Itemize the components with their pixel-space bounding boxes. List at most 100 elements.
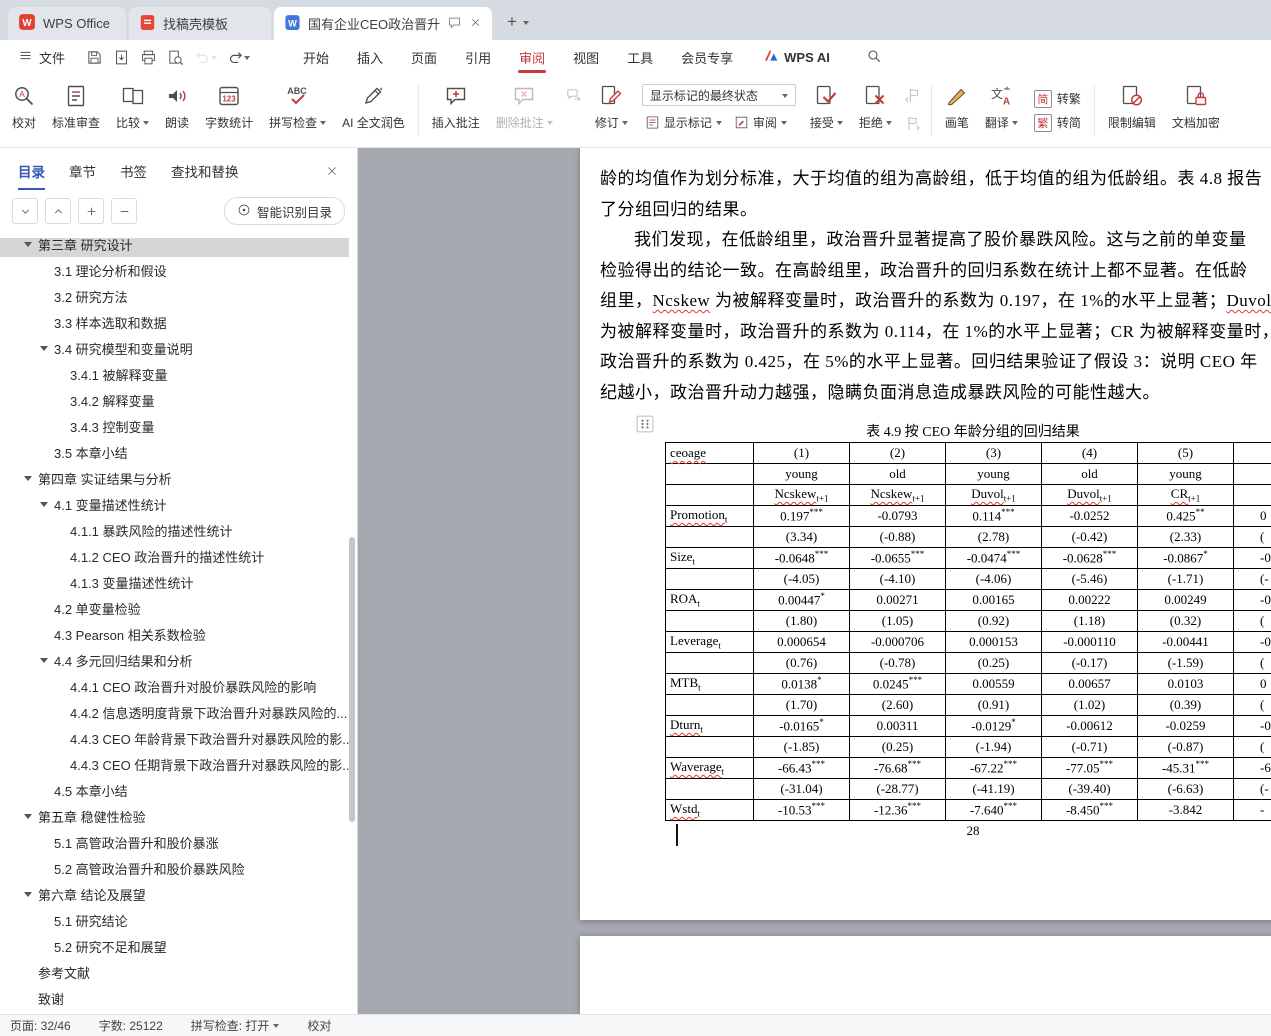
toc-item[interactable]: 5.1 研究结论 (0, 907, 349, 933)
convert-转简-button[interactable]: 繁转简 (1033, 113, 1081, 132)
toc-item[interactable]: 4.4 多元回归结果和分析 (0, 647, 349, 673)
restrict-edit-button[interactable]: 限制编辑 (1100, 77, 1164, 144)
comment-insert-button[interactable]: 插入批注 (424, 77, 488, 144)
document-page[interactable]: 龄的均值作为划分标准，大于均值的组为高龄组，低于均值的组为低龄组。表 4.8 报… (580, 148, 1271, 920)
toc-increase-button[interactable] (78, 198, 104, 224)
collapse-arrow-icon[interactable] (24, 814, 32, 823)
sidebar-scrollbar[interactable] (349, 537, 355, 822)
toc-item[interactable]: 第五章 稳健性检验 (0, 803, 349, 829)
pane-close-icon[interactable] (325, 164, 339, 178)
search-icon[interactable] (866, 48, 882, 67)
toc-item[interactable]: 3.5 本章小结 (0, 439, 349, 465)
new-tab-caret-icon[interactable] (522, 20, 529, 28)
collapse-arrow-icon[interactable] (24, 892, 32, 901)
smart-toc-button[interactable]: 智能识别目录 (223, 197, 345, 225)
menu-tab-页面[interactable]: 页面 (397, 40, 451, 74)
toc-item[interactable]: 3.4 研究模型和变量说明 (0, 335, 349, 361)
status-word-count[interactable]: 字数: 25122 (99, 1017, 163, 1034)
pane-tab-bookmark[interactable]: 书签 (120, 161, 147, 181)
table-move-handle[interactable] (635, 414, 655, 439)
window-tab-template[interactable]: 找稿壳模板 (129, 7, 271, 40)
toc-item[interactable]: 3.4.2 解释变量 (0, 387, 349, 413)
pane-tab-find-replace[interactable]: 查找和替换 (171, 161, 239, 181)
collapse-arrow-icon[interactable] (24, 242, 32, 251)
toc-item[interactable]: 4.3 Pearson 相关系数检验 (0, 621, 349, 647)
toc-expand-button[interactable] (12, 198, 38, 224)
redo-button[interactable] (224, 44, 253, 70)
menu-tab-开始[interactable]: 开始 (289, 40, 343, 74)
menu-tab-会员专享[interactable]: 会员专享 (667, 40, 747, 74)
accept-button[interactable]: 接受 (802, 77, 851, 144)
brush-button[interactable]: 画笔 (937, 77, 977, 144)
toc-item[interactable]: 参考文献 (0, 959, 349, 985)
review-sq-button[interactable]: 审阅 (731, 113, 790, 132)
translate-button[interactable]: 文 A 翻译 (977, 77, 1026, 144)
print-button[interactable] (137, 44, 160, 70)
toc-collapse-button[interactable] (45, 198, 71, 224)
status-proofread[interactable]: 校对 (307, 1017, 331, 1034)
toc-item[interactable]: 3.4.1 被解释变量 (0, 361, 349, 387)
toc-item[interactable]: 4.1.1 暴跌风险的描述性统计 (0, 517, 349, 543)
toc-item[interactable]: 4.4.1 CEO 政治晋升对股价暴跌风险的影响 (0, 673, 349, 699)
menu-tab-工具[interactable]: 工具 (613, 40, 667, 74)
regression-table[interactable]: ceoage (1) (2) (3) (4) (5) young old young old you… (665, 442, 1271, 821)
export-button[interactable] (110, 44, 133, 70)
toc-item[interactable]: 第三章 研究设计 (0, 238, 349, 257)
save-button[interactable] (83, 44, 106, 70)
toc-item[interactable]: 3.1 理论分析和假设 (0, 257, 349, 283)
toc-item[interactable]: 致谢 (0, 985, 349, 1011)
ai-polish-button[interactable]: AI 全文润色 (334, 77, 413, 144)
toc-item[interactable]: 4.2 单变量检验 (0, 595, 349, 621)
document-page-next[interactable] (580, 936, 1271, 1014)
status-spellcheck[interactable]: 拼写检查: 打开 (191, 1017, 280, 1034)
body-text[interactable]: 龄的均值作为划分标准，大于均值的组为高龄组，低于均值的组为低龄组。表 4.8 报… (600, 164, 1271, 408)
toc-item[interactable]: 3.2 研究方法 (0, 283, 349, 309)
toc-item[interactable]: 3.4.3 控制变量 (0, 413, 349, 439)
menu-tab-视图[interactable]: 视图 (559, 40, 613, 74)
collapse-arrow-icon[interactable] (40, 658, 48, 667)
pane-tab-chapter[interactable]: 章节 (69, 161, 96, 181)
window-tab-document[interactable]: W 国有企业CEO政治晋升和股价 (274, 7, 492, 40)
compare-button[interactable]: 比较 (108, 77, 157, 144)
show-marks-button[interactable]: 显示标记 (642, 113, 725, 132)
doc-encrypt-button[interactable]: 文档加密 (1164, 77, 1228, 144)
toc-item[interactable]: 4.4.2 信息透明度背景下政治晋升对暴跌风险的... (0, 699, 349, 725)
revise-button[interactable]: 修订 (587, 77, 636, 144)
marks-state-combobox[interactable]: 显示标记的最终状态 (641, 84, 796, 106)
collapse-arrow-icon[interactable] (40, 502, 48, 511)
toc-item[interactable]: 4.5 本章小结 (0, 777, 349, 803)
pane-tab-toc[interactable]: 目录 (18, 161, 45, 190)
collapse-arrow-icon[interactable] (40, 346, 48, 355)
window-tab-wps-office[interactable]: W WPS Office (8, 7, 126, 40)
spell-check-button[interactable]: ABC 拼写检查 (261, 77, 334, 144)
tab-comment-icon[interactable] (447, 15, 462, 33)
toc-item[interactable]: 5.1 高管政治晋升和股价暴涨 (0, 829, 349, 855)
file-menu-button[interactable]: 文件 (8, 48, 75, 67)
toc-item[interactable]: 第六章 结论及展望 (0, 881, 349, 907)
toc-item[interactable]: 5.2 研究不足和展望 (0, 933, 349, 959)
status-page-indicator[interactable]: 页面: 32/46 (10, 1017, 71, 1034)
toc-item[interactable]: 4.1.2 CEO 政治晋升的描述性统计 (0, 543, 349, 569)
std-review-button[interactable]: 标准审查 (44, 77, 108, 144)
print-preview-button[interactable] (164, 44, 187, 70)
wps-ai-button[interactable]: WPS AI (763, 48, 830, 67)
word-count-button[interactable]: 123 字数统计 (197, 77, 261, 144)
convert-转繁-button[interactable]: 简转繁 (1033, 89, 1081, 108)
toc-item[interactable]: 4.1.3 变量描述性统计 (0, 569, 349, 595)
menu-tab-插入[interactable]: 插入 (343, 40, 397, 74)
toc-decrease-button[interactable] (111, 198, 137, 224)
collapse-arrow-icon[interactable] (24, 476, 32, 485)
toc-item[interactable]: 第四章 实证结果与分析 (0, 465, 349, 491)
menu-tab-审阅[interactable]: 审阅 (505, 40, 559, 74)
proofread-button[interactable]: A 校对 (4, 77, 44, 144)
read-aloud-button[interactable]: 朗读 (157, 77, 197, 144)
toc-item[interactable]: 3.3 样本选取和数据 (0, 309, 349, 335)
toc-item[interactable]: 4.4.3 CEO 年龄背景下政治晋升对暴跌风险的影... (0, 725, 349, 751)
toc-item[interactable]: 4.1 变量描述性统计 (0, 491, 349, 517)
new-tab-button[interactable]: + (507, 12, 529, 32)
tab-close-icon[interactable] (469, 16, 482, 32)
menu-tab-引用[interactable]: 引用 (451, 40, 505, 74)
reject-button[interactable]: 拒绝 (851, 77, 900, 144)
toc-item[interactable]: 4.4.3 CEO 任期背景下政治晋升对暴跌风险的影... (0, 751, 349, 777)
toc-item[interactable]: 5.2 高管政治晋升和股价暴跌风险 (0, 855, 349, 881)
